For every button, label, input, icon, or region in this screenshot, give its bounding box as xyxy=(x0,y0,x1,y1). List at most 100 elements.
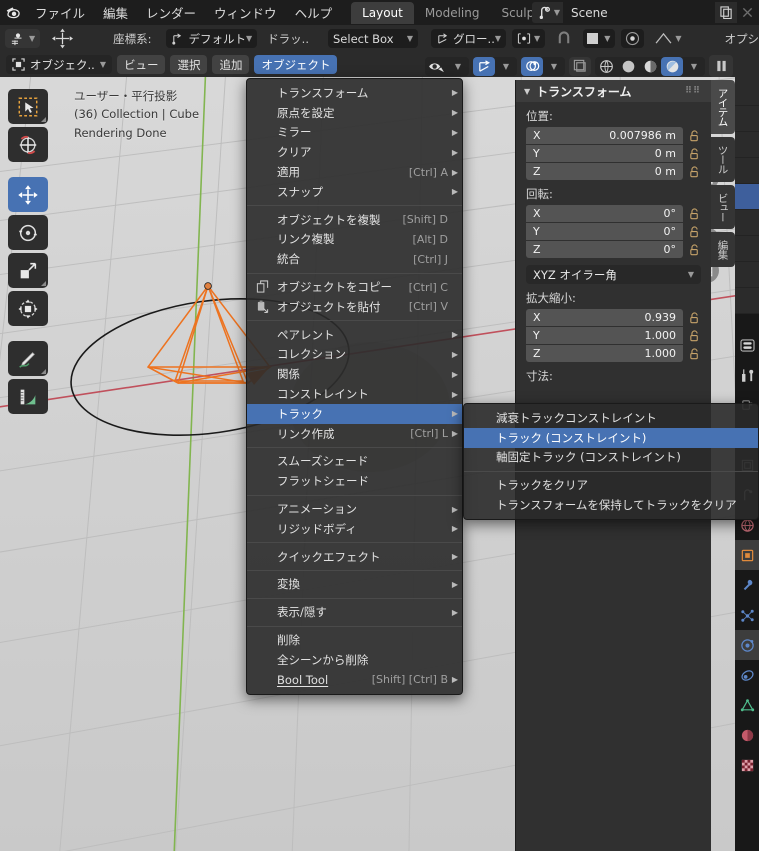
submenu-item-track-to[interactable]: トラック (コンストレイント) xyxy=(464,427,758,448)
lock-rotation-z[interactable] xyxy=(688,243,701,257)
tab-object-props[interactable] xyxy=(735,540,759,570)
tab-texture-props[interactable] xyxy=(735,750,759,780)
tab-tool-props[interactable] xyxy=(735,360,759,390)
menu-item-track[interactable]: トラック ▶ xyxy=(247,403,462,424)
menu-item-rigid-body[interactable]: リジッドボディ ▶ xyxy=(247,519,462,539)
menu-item-animation[interactable]: アニメーション ▶ xyxy=(247,499,462,519)
outliner-row[interactable] xyxy=(735,236,759,262)
rotation-z-field[interactable]: Z 0° xyxy=(526,241,683,258)
tool-scale[interactable] xyxy=(8,253,48,288)
menu-item-relations[interactable]: 関係 ▶ xyxy=(247,364,462,384)
menu-item-delete-global[interactable]: 全シーンから削除 xyxy=(247,650,462,670)
orientation-dropdown[interactable]: デフォルト ▼ xyxy=(165,29,258,48)
tab-particles-props[interactable] xyxy=(735,600,759,630)
xray-toggle-button[interactable] xyxy=(569,56,591,76)
pivot-point-dropdown[interactable]: ▼ xyxy=(512,29,546,48)
outliner-row[interactable] xyxy=(735,288,759,314)
editor-type-dropdown[interactable]: ▼ xyxy=(5,29,41,48)
properties-editor-header[interactable] xyxy=(735,52,759,80)
submenu-item-clear-track[interactable]: トラックをクリア xyxy=(464,475,758,495)
menu-item-shade-smooth[interactable]: スムーズシェード xyxy=(247,452,462,472)
overlays-dropdown[interactable]: ▼ xyxy=(543,57,565,76)
vp-menu-select[interactable]: 選択 xyxy=(170,55,208,74)
tab-modeling[interactable]: Modeling xyxy=(414,2,491,24)
scale-y-field[interactable]: Y 1.000 xyxy=(526,327,683,344)
lock-scale-x[interactable] xyxy=(688,311,701,325)
sidebar-tab-tool[interactable]: ツール xyxy=(711,137,735,182)
gizmo-toggle-button[interactable] xyxy=(473,56,495,76)
menu-item-apply[interactable]: 適用 [Ctrl] A ▶ xyxy=(247,162,462,182)
rotation-y-field[interactable]: Y 0° xyxy=(526,223,683,240)
shading-rendered-button[interactable] xyxy=(661,56,683,76)
menu-edit[interactable]: 編集 xyxy=(94,0,137,25)
submenu-item-clear-track-keep-transform[interactable]: トランスフォームを保持してトラックをクリア xyxy=(464,495,758,515)
new-scene-button[interactable] xyxy=(715,2,737,23)
vp-menu-view[interactable]: ビュー xyxy=(116,55,166,74)
submenu-item-damped-track[interactable]: 減衰トラックコンストレイント xyxy=(464,408,758,428)
lock-scale-y[interactable] xyxy=(688,329,701,343)
track-submenu[interactable]: 減衰トラックコンストレイント トラック (コンストレイント) 軸固定トラック (… xyxy=(463,403,759,520)
menu-item-parent[interactable]: ペアレント ▶ xyxy=(247,325,462,345)
blender-logo-icon[interactable] xyxy=(0,0,26,25)
outliner-row[interactable] xyxy=(735,262,759,288)
tool-select-box[interactable] xyxy=(8,89,48,124)
menu-item-copy-objects[interactable]: オブジェクトをコピー [Ctrl] C xyxy=(247,277,462,297)
menu-item-transform[interactable]: トランスフォーム ▶ xyxy=(247,83,462,103)
scale-x-field[interactable]: X 0.939 xyxy=(526,309,683,326)
sidebar-tab-view[interactable]: ビュー xyxy=(711,184,735,229)
menu-item-clear[interactable]: クリア ▶ xyxy=(247,142,462,162)
menu-item-snap[interactable]: スナップ ▶ xyxy=(247,182,462,202)
menu-file[interactable]: ファイル xyxy=(26,0,94,25)
scene-name-field[interactable]: Scene xyxy=(563,2,715,23)
shading-solid-button[interactable] xyxy=(617,57,639,76)
snap-toggle-button[interactable] xyxy=(551,29,577,48)
object-menu[interactable]: トランスフォーム ▶ 原点を設定 ▶ ミラー ▶ クリア ▶ 適用 [Ctrl]… xyxy=(246,78,463,695)
transform-mode-icon-btn[interactable] xyxy=(46,28,79,49)
location-x-field[interactable]: X 0.007986 m xyxy=(526,127,683,144)
menu-item-constraints[interactable]: コンストレイント ▶ xyxy=(247,384,462,404)
outliner-row[interactable] xyxy=(735,158,759,184)
outliner-row[interactable] xyxy=(735,106,759,132)
menu-item-show-hide[interactable]: 表示/隠す ▶ xyxy=(247,602,462,622)
menu-item-convert[interactable]: 変換 ▶ xyxy=(247,575,462,595)
location-z-field[interactable]: Z 0 m xyxy=(526,163,683,180)
menu-item-collection[interactable]: コレクション ▶ xyxy=(247,345,462,365)
tool-annotate[interactable] xyxy=(8,341,48,376)
transform-orientation-dropdown[interactable]: グロー.. ▼ xyxy=(431,29,507,48)
lock-location-z[interactable] xyxy=(688,165,701,179)
tab-data-props[interactable] xyxy=(735,690,759,720)
submenu-item-locked-track[interactable]: 軸固定トラック (コンストレイント) xyxy=(464,448,758,468)
tool-move[interactable] xyxy=(8,177,48,212)
tab-constraint-props[interactable] xyxy=(735,660,759,690)
location-y-field[interactable]: Y 0 m xyxy=(526,145,683,162)
menu-item-quick-effects[interactable]: クイックエフェクト ▶ xyxy=(247,547,462,567)
panel-drag-dots-icon[interactable]: ⠿⠿ xyxy=(685,86,701,96)
vp-menu-object[interactable]: オブジェクト xyxy=(254,55,338,74)
menu-item-make-links[interactable]: リンク作成 [Ctrl] L ▶ xyxy=(247,424,462,444)
menu-item-duplicate-linked[interactable]: リンク複製 [Alt] D xyxy=(247,230,462,250)
tab-layout[interactable]: Layout xyxy=(351,1,414,24)
menu-item-duplicate-objects[interactable]: オブジェクトを複製 [Shift] D xyxy=(247,210,462,230)
menu-help[interactable]: ヘルプ xyxy=(286,0,342,25)
sidebar-tab-edit[interactable]: 編集 xyxy=(711,232,735,267)
menu-window[interactable]: ウィンドウ xyxy=(205,0,286,25)
tab-modifier-props[interactable] xyxy=(735,570,759,600)
proportional-edit-toggle[interactable] xyxy=(621,29,645,48)
shading-wireframe-button[interactable] xyxy=(595,57,617,76)
menu-render[interactable]: レンダー xyxy=(137,0,205,25)
falloff-dropdown[interactable]: ▼ xyxy=(650,29,686,48)
close-scene-button[interactable] xyxy=(737,2,757,23)
visibility-button[interactable] xyxy=(425,57,447,76)
rotation-mode-select[interactable]: XYZ オイラー角 ▼ xyxy=(526,265,701,284)
select-mode-dropdown[interactable]: Select Box ▼ xyxy=(328,29,419,48)
menu-item-paste-objects[interactable]: オブジェクトを貼付 [Ctrl] V xyxy=(247,297,462,317)
menu-item-delete[interactable]: 削除 xyxy=(247,630,462,650)
snap-options-dropdown[interactable]: ▼ xyxy=(583,29,616,48)
tool-rotate[interactable] xyxy=(8,215,48,250)
sidebar-tab-item[interactable]: アイテム xyxy=(711,80,735,134)
menu-item-mirror[interactable]: ミラー ▶ xyxy=(247,123,462,143)
vp-menu-add[interactable]: 追加 xyxy=(212,55,250,74)
transform-panel-header[interactable]: ▼ トランスフォーム ⠿⠿ xyxy=(516,80,711,102)
lock-rotation-x[interactable] xyxy=(688,207,701,221)
outliner-row[interactable] xyxy=(735,210,759,236)
